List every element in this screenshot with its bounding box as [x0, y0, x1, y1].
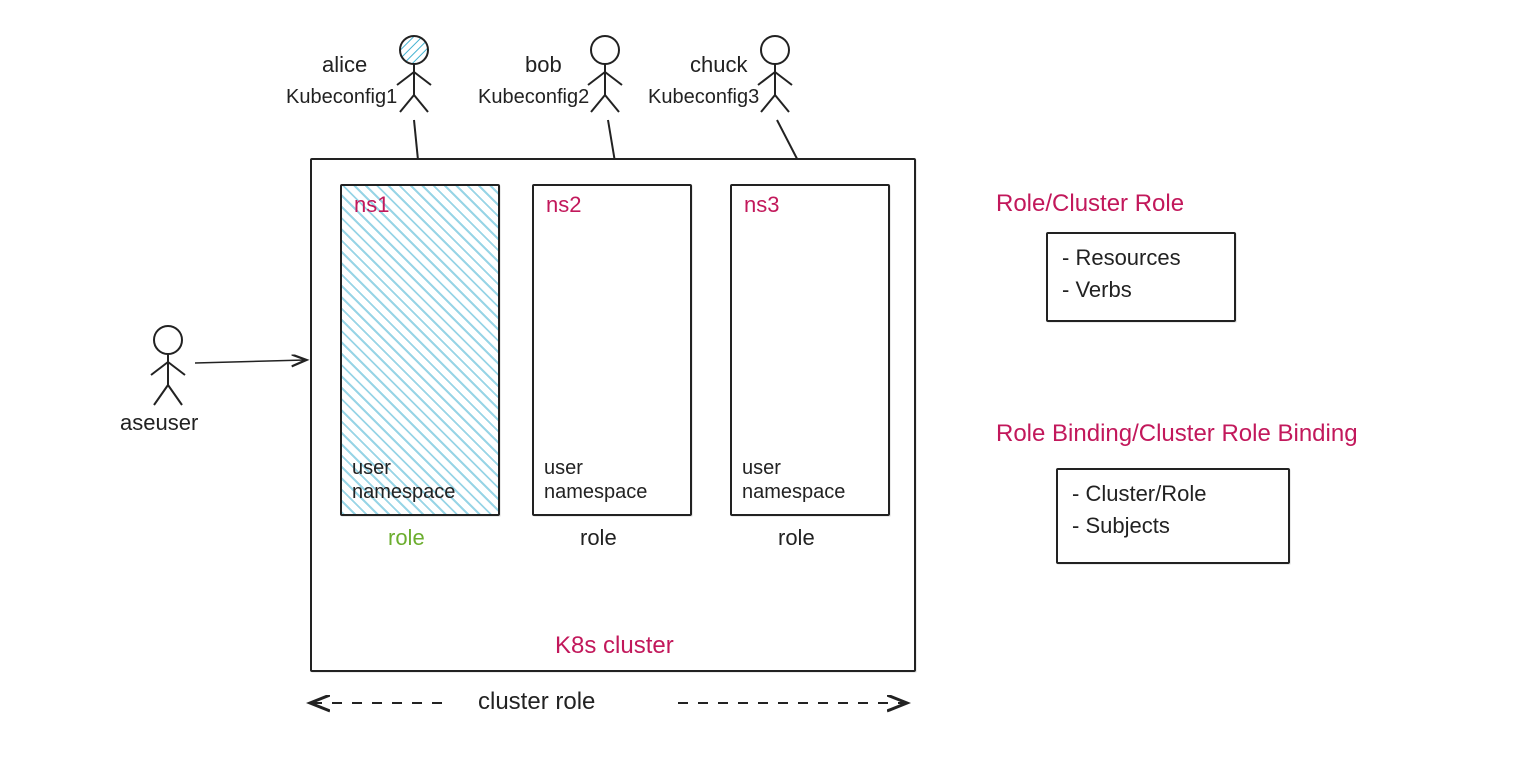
alice-name-label: alice — [322, 52, 367, 78]
ns2-line1: user — [544, 456, 647, 480]
ns3-role-label: role — [778, 525, 815, 551]
legend-binding-item-0-text: Cluster/Role — [1085, 481, 1206, 506]
legend-binding-header: Role Binding/Cluster Role Binding — [996, 420, 1358, 448]
legend-role-item-0-text: Resources — [1075, 245, 1180, 270]
cluster-title: K8s cluster — [555, 632, 674, 660]
bob-config-label: Kubeconfig2 — [478, 86, 589, 109]
ns1-box: ns1 user namespace — [340, 184, 500, 516]
aseuser-name-label: aseuser — [120, 410, 198, 436]
chuck-config-label: Kubeconfig3 — [648, 86, 759, 109]
legend-role-header: Role/Cluster Role — [996, 190, 1184, 218]
cluster-role-label: cluster role — [478, 688, 595, 716]
ns2-title: ns2 — [534, 186, 690, 218]
ns1-role-label: role — [388, 525, 425, 551]
legend-binding-item-1: - Subjects — [1072, 510, 1274, 542]
ns3-line2: namespace — [742, 480, 845, 504]
legend-binding-item-0: - Cluster/Role — [1072, 478, 1274, 510]
alice-figure-icon — [397, 36, 431, 112]
aseuser-to-cluster-arrow — [195, 360, 305, 363]
legend-role-item-1-text: Verbs — [1075, 277, 1131, 302]
diagram-root: alice Kubeconfig1 bob Kubeconfig2 chuck … — [0, 0, 1518, 784]
ns3-box: ns3 user namespace — [730, 184, 890, 516]
ns1-line2: namespace — [352, 480, 455, 504]
ns2-role-label: role — [580, 525, 617, 551]
legend-binding-box: - Cluster/Role - Subjects — [1056, 468, 1290, 564]
alice-config-label: Kubeconfig1 — [286, 86, 397, 109]
bob-figure-icon — [588, 36, 622, 112]
legend-role-box: - Resources - Verbs — [1046, 232, 1236, 322]
ns2-box: ns2 user namespace — [532, 184, 692, 516]
ns1-title: ns1 — [342, 186, 498, 218]
bob-name-label: bob — [525, 52, 562, 78]
aseuser-figure-icon — [151, 326, 185, 405]
ns2-line2: namespace — [544, 480, 647, 504]
chuck-name-label: chuck — [690, 52, 747, 78]
chuck-figure-icon — [758, 36, 792, 112]
legend-role-item-1: - Verbs — [1062, 274, 1220, 306]
legend-binding-item-1-text: Subjects — [1085, 513, 1169, 538]
legend-role-item-0: - Resources — [1062, 242, 1220, 274]
ns3-line1: user — [742, 456, 845, 480]
ns3-title: ns3 — [732, 186, 888, 218]
ns1-line1: user — [352, 456, 455, 480]
